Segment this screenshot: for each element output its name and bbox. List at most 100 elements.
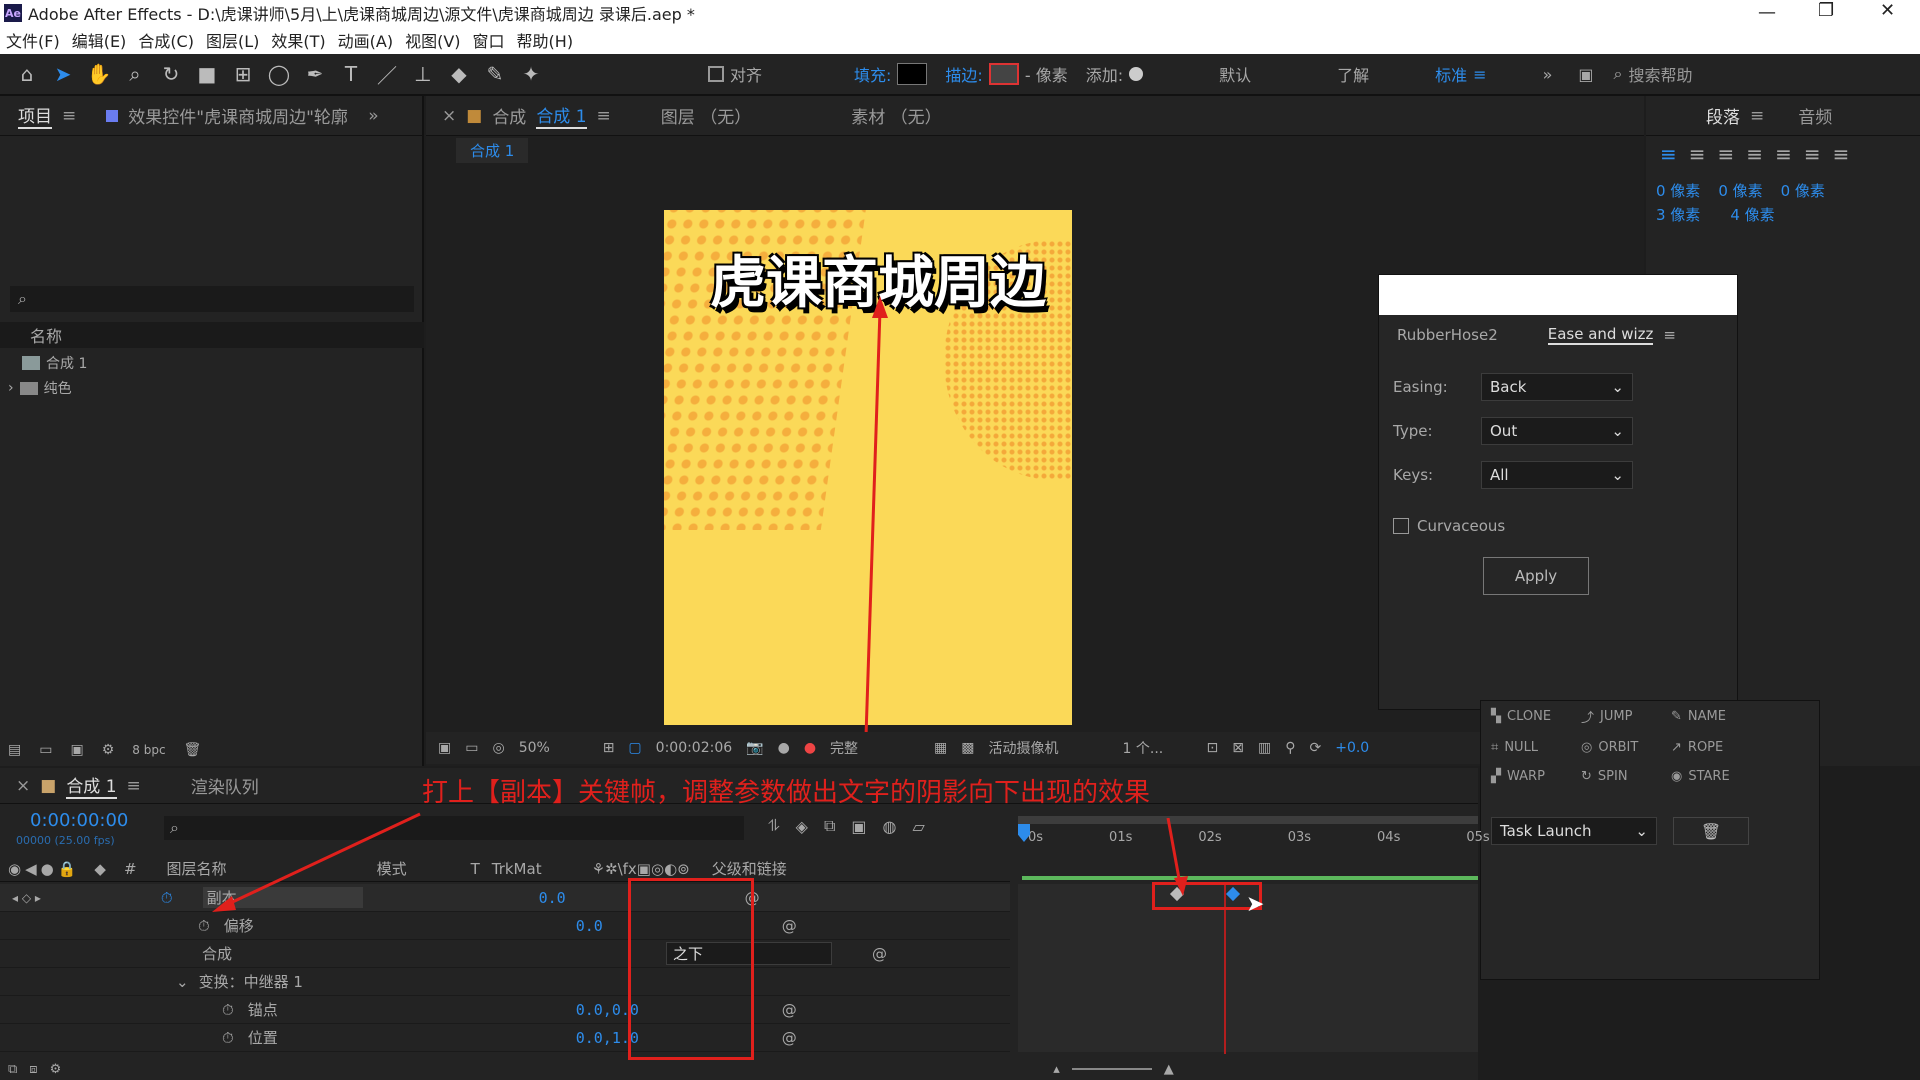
- draft-3d-icon[interactable]: ⧉: [824, 816, 835, 836]
- home-icon[interactable]: ⌂: [12, 59, 42, 89]
- menu-item[interactable]: 合成(C): [138, 28, 194, 52]
- parent-column[interactable]: 父级和链接: [712, 858, 787, 879]
- menu-item[interactable]: 效果(T): [271, 28, 325, 52]
- name-button[interactable]: ✎ NAME: [1671, 707, 1761, 726]
- roto-tool-icon[interactable]: ✎: [480, 59, 510, 89]
- color-icon[interactable]: ●: [804, 740, 816, 756]
- curvaceous-checkbox[interactable]: [1393, 518, 1409, 534]
- menu-item[interactable]: 窗口: [473, 28, 505, 52]
- indent-right[interactable]: 0 像素: [1718, 180, 1762, 201]
- expression-pickwhip-icon[interactable]: @: [782, 1029, 797, 1047]
- zoom-tool-icon[interactable]: ⌕: [120, 59, 150, 89]
- interpret-footage-icon[interactable]: ▤: [8, 742, 21, 758]
- quality-dropdown[interactable]: 完整: [830, 738, 920, 758]
- jump-button[interactable]: ⤴ JUMP: [1581, 707, 1671, 726]
- tab-rubberhose[interactable]: RubberHose2: [1397, 326, 1498, 344]
- clone-button[interactable]: ▚ CLONE: [1491, 707, 1581, 726]
- rotate-tool-icon[interactable]: ↻: [156, 59, 186, 89]
- camera-dropdown[interactable]: 活动摄像机: [989, 738, 1109, 758]
- indent-left[interactable]: 0 像素: [1656, 180, 1700, 201]
- tab-effect-controls[interactable]: 效果控件"虎课商城周边"轮廓: [128, 103, 358, 128]
- channel-icon[interactable]: ●: [778, 740, 790, 756]
- motion-blur-icon[interactable]: ◍: [883, 817, 897, 836]
- tab-project[interactable]: 项目: [18, 102, 52, 129]
- restore-button[interactable]: ❐: [1818, 0, 1834, 21]
- stamp-tool-icon[interactable]: ⊥: [408, 59, 438, 89]
- work-area-bar[interactable]: [1022, 876, 1478, 880]
- reset-exposure-icon[interactable]: ⟳: [1309, 740, 1321, 756]
- indent-first[interactable]: 0 像素: [1781, 180, 1825, 201]
- comp-mini-flowchart-icon[interactable]: ⧉: [8, 1062, 17, 1077]
- warp-button[interactable]: ▞ WARP: [1491, 769, 1581, 784]
- snapshot-icon[interactable]: ▣: [438, 740, 451, 756]
- align-checkbox[interactable]: [708, 66, 724, 82]
- camera-tool-icon[interactable]: ■: [192, 59, 222, 89]
- justify-center-icon[interactable]: ≡: [1775, 142, 1792, 166]
- align-right-icon[interactable]: ≡: [1718, 142, 1735, 166]
- menu-item[interactable]: 动画(A): [338, 28, 393, 52]
- layout-icon[interactable]: ⊡: [1207, 740, 1219, 756]
- chevron-down-icon[interactable]: ⌄: [176, 973, 189, 991]
- fill-swatch[interactable]: [897, 63, 928, 85]
- tab-ease-wizz[interactable]: Ease and wizz: [1547, 325, 1654, 345]
- align-center-icon[interactable]: ≡: [1689, 142, 1706, 166]
- tab-paragraph[interactable]: 段落: [1706, 103, 1740, 128]
- eraser-tool-icon[interactable]: ◆: [444, 59, 474, 89]
- camera-icon[interactable]: 📷: [746, 740, 763, 756]
- new-comp-icon[interactable]: ▣: [70, 742, 83, 758]
- justify-right-icon[interactable]: ≡: [1804, 142, 1821, 166]
- stroke-pixels[interactable]: - 像素: [1025, 62, 1068, 86]
- exposure-value[interactable]: +0.0: [1335, 740, 1369, 756]
- chart-editor-icon[interactable]: ▱: [912, 817, 924, 836]
- space-after[interactable]: 4 像素: [1730, 204, 1774, 225]
- menu-item[interactable]: 文件(F): [6, 28, 60, 52]
- workspace-learn[interactable]: 了解: [1337, 62, 1369, 86]
- minimize-button[interactable]: —: [1758, 2, 1776, 23]
- tab-audio[interactable]: 音频: [1798, 103, 1832, 128]
- trash-icon[interactable]: 🗑: [184, 742, 202, 758]
- orbit-button[interactable]: ◎ ORBIT: [1581, 740, 1671, 755]
- menu-item[interactable]: 视图(V): [405, 28, 460, 52]
- workspace-default[interactable]: 默认: [1219, 62, 1251, 86]
- graph-editor-icon[interactable]: ⥮: [768, 816, 780, 836]
- frame-blend-icon[interactable]: ▣: [851, 817, 866, 836]
- zoom-slider[interactable]: [1071, 1068, 1152, 1070]
- 3d-icon[interactable]: ⊠: [1232, 740, 1244, 756]
- brush-tool-icon[interactable]: ／: [372, 59, 402, 89]
- menu-item[interactable]: 帮助(H): [517, 28, 574, 52]
- project-search[interactable]: ⌕: [10, 286, 414, 312]
- grid-icon[interactable]: ⊞: [603, 740, 615, 756]
- expand-panels-icon[interactable]: »: [368, 106, 378, 126]
- add-icon[interactable]: [1129, 67, 1144, 81]
- zoom-in-icon[interactable]: ▲: [1164, 1062, 1174, 1077]
- expression-pickwhip-icon[interactable]: @: [872, 945, 887, 963]
- stroke-swatch[interactable]: [988, 63, 1019, 85]
- sync-icon[interactable]: ▣: [1578, 65, 1593, 84]
- type-dropdown[interactable]: Out ⌄: [1481, 417, 1633, 445]
- monitor-icon[interactable]: ▭: [465, 740, 478, 756]
- selection-tool-icon[interactable]: ➤: [48, 59, 78, 89]
- toggle-modes-icon[interactable]: ⧈: [29, 1062, 37, 1077]
- close-button[interactable]: ✕: [1880, 0, 1895, 21]
- project-item[interactable]: › 纯色: [8, 376, 72, 400]
- justify-all-icon[interactable]: ≡: [1833, 142, 1850, 166]
- toggle-transparency-icon[interactable]: ▦: [934, 740, 947, 756]
- time-ruler[interactable]: 0s 01s 02s 03s 04s 05s: [1018, 816, 1490, 856]
- flow-icon[interactable]: ⚲: [1285, 740, 1295, 756]
- pan-behind-icon[interactable]: ⊞: [228, 59, 258, 89]
- property-row[interactable]: ⏱ 锚点 0.0,0.0 @: [0, 996, 1010, 1024]
- more-workspaces-icon[interactable]: »: [1543, 65, 1553, 84]
- text-tool-icon[interactable]: T: [336, 59, 366, 89]
- expression-pickwhip-icon[interactable]: @: [782, 917, 797, 935]
- puppet-tool-icon[interactable]: ✦: [516, 59, 546, 89]
- expression-pickwhip-icon[interactable]: @: [782, 1001, 797, 1019]
- menu-item[interactable]: 图层(L): [206, 28, 259, 52]
- apply-button[interactable]: Apply: [1483, 557, 1589, 595]
- mask-icon[interactable]: ◎: [492, 740, 504, 756]
- stopwatch-icon[interactable]: ⏱: [222, 1001, 234, 1019]
- project-item[interactable]: 合成 1: [22, 351, 87, 375]
- solo-icon[interactable]: ◈: [796, 817, 808, 836]
- current-time[interactable]: 0:00:02:06: [656, 740, 733, 756]
- flowchart-icon[interactable]: ⚙: [102, 742, 115, 758]
- pen-tool-icon[interactable]: ✒: [300, 59, 330, 89]
